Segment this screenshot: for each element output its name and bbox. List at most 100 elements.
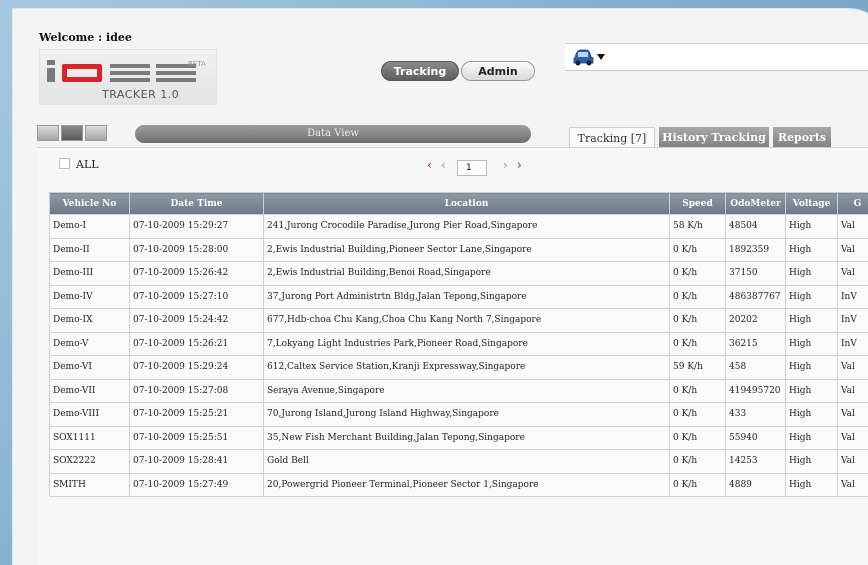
table-header-row: Vehicle No Date Time Location Speed OdoMeter… [49,192,868,215]
cell-speed: 0 K/h [669,378,726,403]
table-row[interactable]: Demo-I 07-10-2009 15:29:27 241,Jurong Croc… [49,214,868,239]
table-row[interactable]: Demo-II 07-10-2009 15:28:00 2,Ewis Industr… [49,237,868,262]
tab-reports[interactable]: Reports [773,127,831,149]
cell-location: Seraya Avenue,Singapore [263,378,670,403]
tracker-version: TRACKER 1.0 [102,88,180,101]
cell-voltage: High [785,378,838,403]
cell-odometer: 37150 [725,261,786,286]
cell-vehicle-no: Demo-V [49,331,130,356]
cell-odometer: 36215 [725,331,786,356]
tab-tracking[interactable]: Tracking [7] [569,127,655,149]
cell-date-time: 07-10-2009 15:27:49 [129,472,264,497]
car-icon[interactable] [571,46,597,68]
cell-voltage: High [785,331,838,356]
cell-vehicle-no: Demo-II [49,237,130,262]
column-header-status[interactable]: G [837,192,868,215]
cell-location: 7,Lokyang Light Industries Park,Pioneer … [263,331,670,356]
app-frame: Welcome : idee BETA TRACKER 1.0 Tracking… [12,8,868,565]
cell-location: 2,Ewis Industrial Building,Benoi Road,Si… [263,261,670,286]
cell-voltage: High [785,355,838,380]
table-row[interactable]: Demo-IX 07-10-2009 15:24:42 677,Hdb-choa C… [49,308,868,333]
last-page-icon[interactable]: › [517,158,522,172]
prev-page-icon[interactable]: ‹ [441,158,446,172]
cell-speed: 0 K/h [669,284,726,309]
tracking-button[interactable]: Tracking [381,61,459,81]
first-page-icon[interactable]: ‹ [427,158,432,172]
cell-voltage: High [785,308,838,333]
table-row[interactable]: Demo-IV 07-10-2009 15:27:10 37,Jurong Port… [49,284,868,309]
logo: BETA TRACKER 1.0 [39,49,217,105]
cell-status: Val [837,378,868,403]
table-row[interactable]: Demo-III 07-10-2009 15:26:42 2,Ewis Indust… [49,261,868,286]
table-row[interactable]: Demo-VI 07-10-2009 15:29:24 612,Caltex Ser… [49,355,868,380]
cell-vehicle-no: SOX2222 [49,449,130,474]
cell-status: Val [837,472,868,497]
table-row[interactable]: Demo-VII 07-10-2009 15:27:08 Seraya Avenue… [49,378,868,403]
view-split-icon[interactable] [61,125,83,141]
cell-voltage: High [785,261,838,286]
cell-speed: 0 K/h [669,237,726,262]
cell-location: 70,Jurong Island,Jurong Island Highway,S… [263,402,670,427]
cell-status: Val [837,214,868,239]
column-header-odometer[interactable]: OdoMeter [725,192,786,215]
cell-odometer: 458 [725,355,786,380]
cell-vehicle-no: SMITH [49,472,130,497]
cell-date-time: 07-10-2009 15:29:27 [129,214,264,239]
cell-vehicle-no: Demo-VIII [49,402,130,427]
cell-vehicle-no: Demo-VI [49,355,130,380]
pager: ‹ ‹ 1 › › [427,156,547,176]
next-page-icon[interactable]: › [503,158,508,172]
cell-vehicle-no: Demo-VII [49,378,130,403]
table-row[interactable]: Demo-V 07-10-2009 15:26:21 7,Lokyang Light… [49,331,868,356]
cell-date-time: 07-10-2009 15:24:42 [129,308,264,333]
column-header-location[interactable]: Location [263,192,670,215]
admin-button[interactable]: Admin [461,61,535,81]
column-header-voltage[interactable]: Voltage [785,192,838,215]
tracking-panel: ALL ‹ ‹ 1 › › Vehicle No Date Time Locatio… [37,147,868,565]
tab-history-tracking[interactable]: History Tracking [659,127,769,149]
view-single-icon[interactable] [37,125,59,141]
cell-date-time: 07-10-2009 15:27:10 [129,284,264,309]
table-row[interactable]: Demo-VIII 07-10-2009 15:25:21 70,Jurong Is… [49,402,868,427]
cell-date-time: 07-10-2009 15:28:41 [129,449,264,474]
cell-odometer: 433 [725,402,786,427]
cell-vehicle-no: SOX1111 [49,425,130,450]
cell-speed: 0 K/h [669,308,726,333]
cell-location: 241,Jurong Crocodile Paradise,Jurong Pie… [263,214,670,239]
cell-odometer: 55940 [725,425,786,450]
cell-date-time: 07-10-2009 15:28:00 [129,237,264,262]
page-input[interactable]: 1 [457,160,487,176]
column-header-speed[interactable]: Speed [669,192,726,215]
cell-voltage: High [785,472,838,497]
cell-status: InV [837,331,868,356]
vehicle-select[interactable] [565,43,868,71]
cell-odometer: 20202 [725,308,786,333]
cell-location: 35,New Fish Merchant Building,Jalan Tepo… [263,425,670,450]
cell-speed: 0 K/h [669,331,726,356]
cell-odometer: 486387767 [725,284,786,309]
logo-i-glyph [46,60,56,82]
column-header-vehicle-no[interactable]: Vehicle No [49,192,130,215]
cell-status: Val [837,237,868,262]
data-view-bar[interactable]: Data View [135,125,531,143]
cell-vehicle-no: Demo-IV [49,284,130,309]
cell-odometer: 4889 [725,472,786,497]
table-row[interactable]: SOX2222 07-10-2009 15:28:41 Gold Bell 0 K/h… [49,449,868,474]
cell-vehicle-no: Demo-III [49,261,130,286]
all-checkbox[interactable]: ALL [59,158,99,171]
cell-speed: 59 K/h [669,355,726,380]
cell-location: 20,Powergrid Pioneer Terminal,Pioneer Se… [263,472,670,497]
cell-speed: 0 K/h [669,472,726,497]
vehicle-table: Vehicle No Date Time Location Speed OdoMeter… [49,192,868,497]
cell-status: Val [837,425,868,450]
cell-speed: 0 K/h [669,261,726,286]
cell-date-time: 07-10-2009 15:29:24 [129,355,264,380]
table-row[interactable]: SMITH 07-10-2009 15:27:49 20,Powergrid Pio… [49,472,868,497]
table-row[interactable]: SOX1111 07-10-2009 15:25:51 35,New Fish Me… [49,425,868,450]
cell-odometer: 14253 [725,449,786,474]
cell-voltage: High [785,214,838,239]
checkbox-icon[interactable] [59,158,70,169]
column-header-date-time[interactable]: Date Time [129,192,264,215]
chevron-down-icon[interactable] [597,54,605,60]
view-wide-icon[interactable] [85,125,107,141]
